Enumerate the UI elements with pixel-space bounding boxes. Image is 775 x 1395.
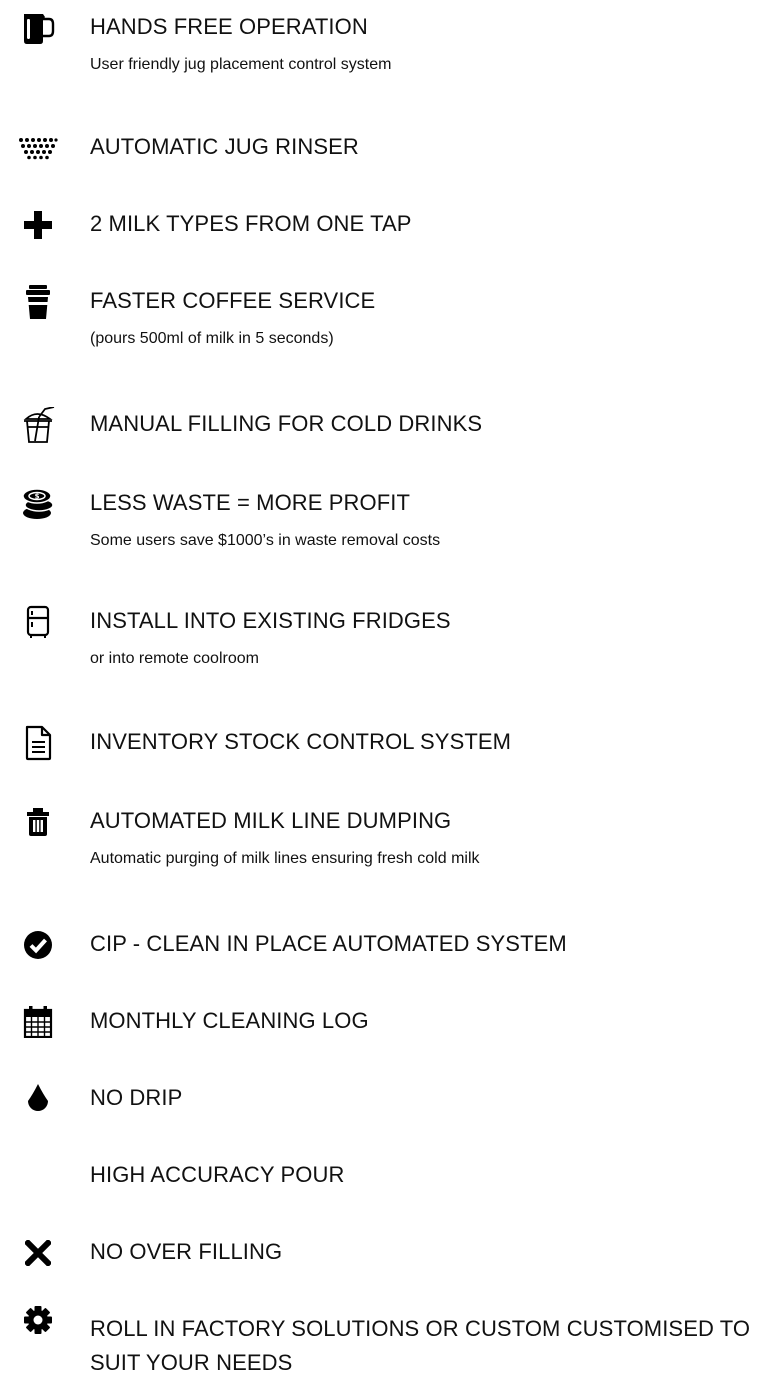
milk-jug-icon	[18, 8, 58, 48]
feature-title: MONTHLY CLEANING LOG	[90, 1008, 369, 1033]
feature-title: MANUAL FILLING FOR COLD DRINKS	[90, 411, 483, 436]
feature-title: LESS WASTE = MORE PROFIT	[90, 490, 411, 515]
feature-list: HANDS FREE OPERATION User friendly jug p…	[0, 0, 775, 1395]
feature-title: INVENTORY STOCK CONTROL SYSTEM	[90, 729, 512, 754]
feature-subtitle: Automatic purging of milk lines ensuring…	[90, 850, 480, 867]
check-circle-icon	[18, 925, 58, 965]
feature-title: NO DRIP	[90, 1085, 183, 1110]
fridge-icon	[18, 602, 58, 642]
plus-icon	[18, 205, 58, 245]
svg-text:$: $	[35, 493, 40, 501]
feature-title: INSTALL INTO EXISTING FRIDGES	[90, 608, 451, 633]
feature-subtitle: (pours 500ml of milk in 5 seconds)	[90, 330, 334, 347]
droplet-icon	[18, 1079, 58, 1119]
gear-icon	[18, 1300, 58, 1340]
trash-icon	[18, 802, 58, 842]
x-mark-icon	[18, 1233, 58, 1273]
document-icon	[18, 723, 58, 763]
feature-subtitle: or into remote coolroom	[90, 650, 259, 667]
feature-title: CIP - CLEAN IN PLACE AUTOMATED SYSTEM	[90, 931, 567, 956]
feature-title: HIGH ACCURACY POUR	[90, 1162, 345, 1187]
calendar-icon	[18, 1002, 58, 1042]
water-spray-icon	[18, 128, 58, 168]
feature-title: HANDS FREE OPERATION	[90, 14, 368, 39]
feature-title: AUTOMATED MILK LINE DUMPING	[90, 808, 452, 833]
feature-title: 2 MILK TYPES FROM ONE TAP	[90, 211, 412, 236]
feature-title: NO OVER FILLING	[90, 1239, 283, 1264]
takeaway-cup-icon	[18, 282, 58, 322]
feature-subtitle: Some users save $1000’s in waste removal…	[90, 532, 441, 549]
coin-stack-icon: $	[18, 484, 58, 524]
feature-title: FASTER COFFEE SERVICE	[90, 288, 376, 313]
feature-title: ROLL IN FACTORY SOLUTIONS OR CUSTOM CUST…	[90, 1316, 751, 1375]
feature-title: AUTOMATIC JUG RINSER	[90, 134, 359, 159]
feature-subtitle: User friendly jug placement control syst…	[90, 56, 392, 73]
cold-drink-cup-icon	[18, 405, 58, 445]
